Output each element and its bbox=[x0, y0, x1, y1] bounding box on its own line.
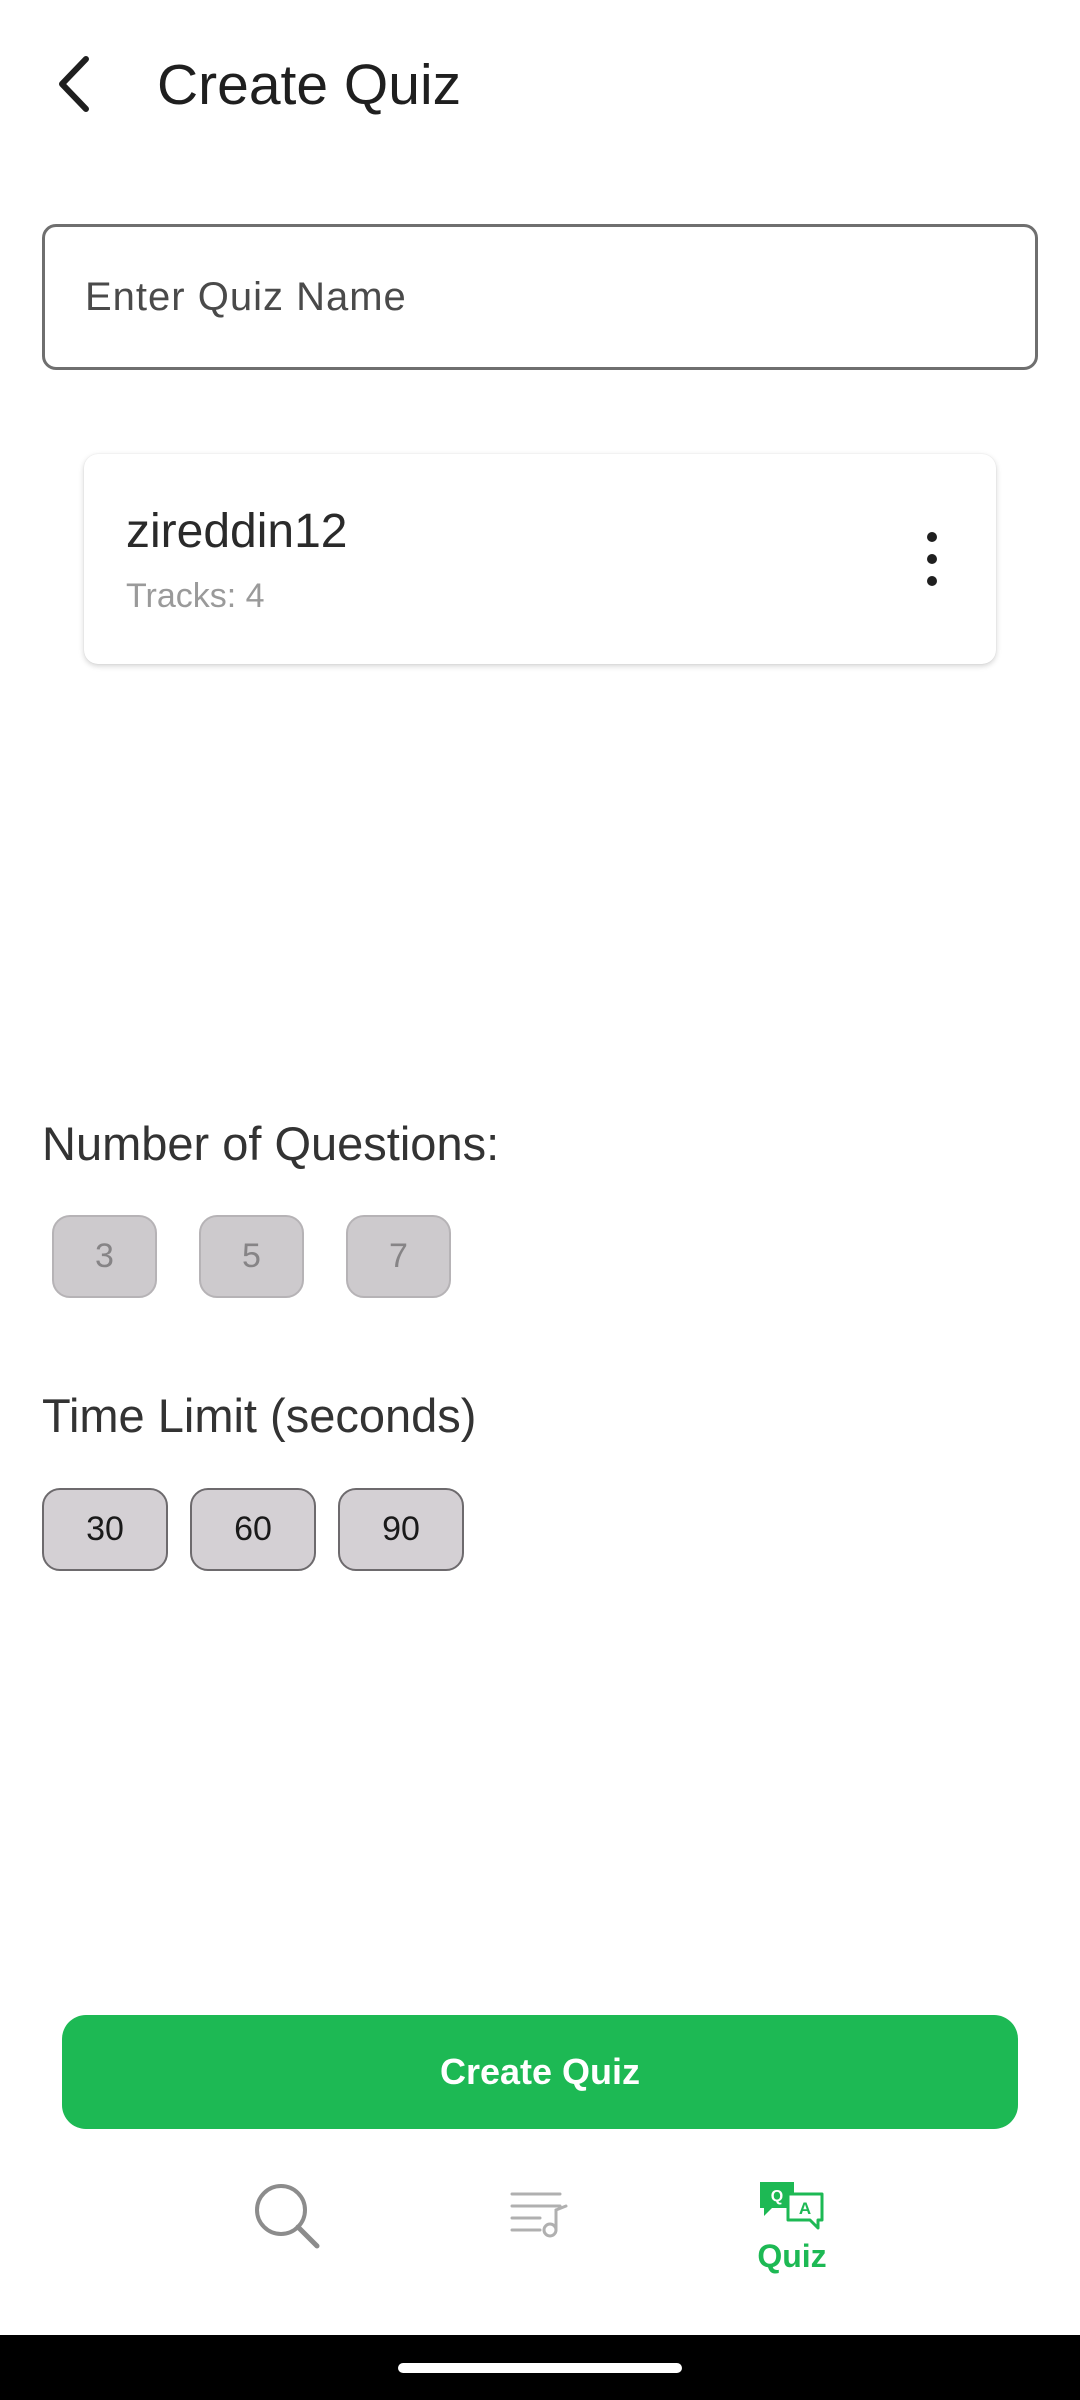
time-option-60[interactable]: 60 bbox=[190, 1488, 316, 1571]
questions-option-3[interactable]: 3 bbox=[52, 1215, 157, 1298]
questions-option-5[interactable]: 5 bbox=[199, 1215, 304, 1298]
time-limit-label: Time Limit (seconds) bbox=[42, 1389, 477, 1442]
bottom-navigation: Q A Quiz bbox=[0, 2150, 1080, 2335]
nav-item-search[interactable] bbox=[187, 2150, 387, 2335]
svg-text:Q: Q bbox=[771, 2188, 783, 2205]
playlist-menu-button[interactable] bbox=[922, 524, 942, 594]
playlist-card[interactable]: zireddin12 Tracks: 4 bbox=[84, 454, 996, 664]
back-button[interactable] bbox=[42, 44, 106, 124]
nav-item-library[interactable] bbox=[440, 2150, 640, 2335]
home-gesture-handle[interactable] bbox=[398, 2363, 682, 2373]
questions-options: 3 5 7 bbox=[52, 1215, 451, 1298]
search-icon bbox=[255, 2184, 320, 2249]
questions-option-7[interactable]: 7 bbox=[346, 1215, 451, 1298]
playlist-track-count: Tracks: 4 bbox=[126, 577, 265, 615]
time-option-90[interactable]: 90 bbox=[338, 1488, 464, 1571]
playlist-name: zireddin12 bbox=[126, 505, 348, 558]
quiz-name-input[interactable] bbox=[42, 224, 1038, 370]
chevron-left-icon bbox=[59, 56, 89, 112]
create-quiz-button[interactable]: Create Quiz bbox=[62, 2015, 1018, 2129]
nav-label-quiz: Quiz bbox=[757, 2238, 827, 2274]
quiz-qa-icon: Q A bbox=[760, 2182, 824, 2230]
library-music-icon bbox=[510, 2192, 568, 2238]
page-title: Create Quiz bbox=[157, 53, 462, 117]
nav-item-quiz[interactable]: Q A Quiz bbox=[692, 2150, 892, 2335]
svg-text:A: A bbox=[799, 2199, 811, 2218]
questions-label: Number of Questions: bbox=[42, 1117, 500, 1170]
time-option-30[interactable]: 30 bbox=[42, 1488, 168, 1571]
app-header: Create Quiz bbox=[0, 0, 1080, 170]
more-vertical-icon bbox=[927, 532, 937, 586]
time-limit-options: 30 60 90 bbox=[42, 1488, 464, 1571]
system-navigation-bar bbox=[0, 2335, 1080, 2400]
create-quiz-screen: Create Quiz zireddin12 Tracks: 4 Number … bbox=[0, 0, 1080, 2400]
